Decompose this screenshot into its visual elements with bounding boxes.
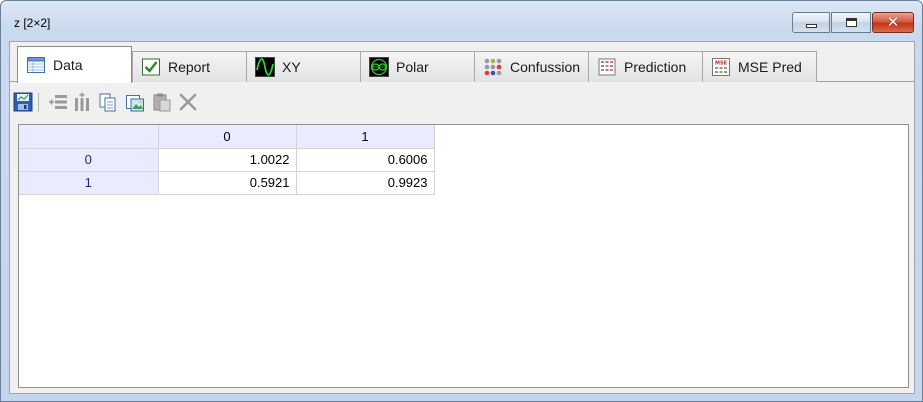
column-header[interactable]: 1 [296,125,435,149]
tab-polar[interactable]: Polar [360,51,475,82]
data-cell[interactable]: 0.6006 [296,148,435,172]
title-bar[interactable]: z [2×2] ✕ [1,1,922,41]
tab-polar-label: Polar [396,59,429,75]
mse-pred-icon: MSE [712,58,730,76]
tab-xy-label: XY [282,59,301,75]
svg-text:MSE: MSE [715,61,728,67]
copy-icon[interactable] [98,92,118,112]
tab-strip: Data Report XY Polar Confussion Predicti… [10,42,914,83]
delete-icon[interactable] [178,92,198,112]
paste-image-icon[interactable] [125,92,145,112]
maximize-icon [845,18,857,27]
maximize-button[interactable] [831,12,871,33]
prediction-grid-icon [598,58,616,76]
app-window: z [2×2] ✕ Data Report XY Polar Confussio… [0,0,923,402]
window-title: z [2×2] [14,16,51,30]
confusion-dots-icon [484,58,502,76]
insert-row-icon[interactable] [48,92,68,112]
row-header[interactable]: 0 [19,148,159,172]
tab-data[interactable]: Data [17,46,132,83]
table-row: 1 0.5921 0.9923 [19,171,435,195]
data-table: 0 1 0 1.0022 0.6006 1 0.5921 0.9923 [19,125,435,195]
row-header[interactable]: 1 [19,171,159,195]
close-button[interactable]: ✕ [872,12,914,33]
insert-column-icon[interactable] [72,92,92,112]
data-table-icon [27,57,45,73]
tab-mse-pred[interactable]: MSE MSE Pred [702,51,817,82]
column-header[interactable]: 0 [158,125,297,149]
tab-prediction-label: Prediction [624,59,687,75]
table-row: 0 1.0022 0.6006 [19,148,435,172]
minimize-icon [805,23,817,28]
tab-data-label: Data [53,57,83,73]
minimize-button[interactable] [792,12,830,33]
data-grid[interactable]: 0 1 0 1.0022 0.6006 1 0.5921 0.9923 [18,124,909,388]
tab-confussion[interactable]: Confussion [474,51,589,82]
polar-plot-icon [369,57,389,77]
tab-xy[interactable]: XY [246,51,361,82]
tab-prediction[interactable]: Prediction [588,51,703,82]
tab-confussion-label: Confussion [510,59,581,75]
tab-report-label: Report [168,59,211,75]
column-header-row: 0 1 [19,125,435,149]
xy-wave-icon [255,57,275,77]
report-check-icon [142,58,160,76]
paste-icon[interactable] [152,92,172,112]
tab-report[interactable]: Report [132,51,247,82]
tab-mse-pred-label: MSE Pred [738,59,802,75]
save-icon[interactable] [13,92,33,112]
close-icon: ✕ [886,13,900,31]
client-area: Data Report XY Polar Confussion Predicti… [9,41,915,394]
data-cell[interactable]: 0.9923 [296,171,435,195]
data-cell[interactable]: 1.0022 [158,148,297,172]
toolbar-separator [38,93,39,112]
toolbar [10,83,914,122]
grid-corner-cell[interactable] [19,125,159,149]
data-cell[interactable]: 0.5921 [158,171,297,195]
